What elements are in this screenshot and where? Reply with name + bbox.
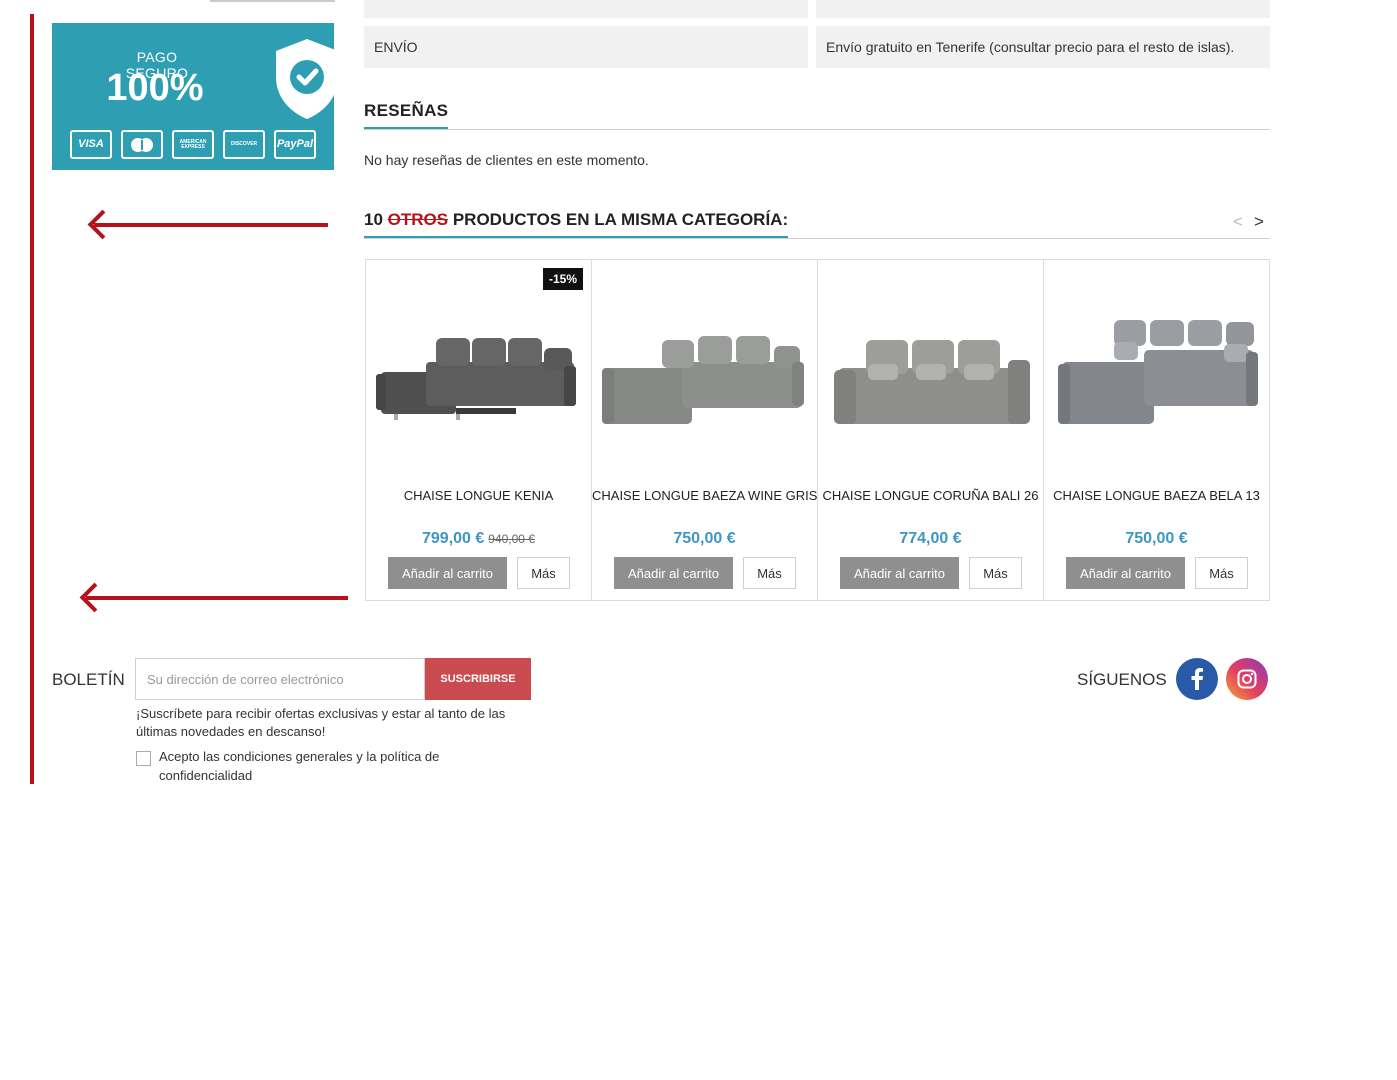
sofa-image[interactable] [376, 300, 581, 440]
related-struck-word: OTROS [387, 210, 449, 229]
sofa-image[interactable] [602, 300, 807, 440]
price-current: 750,00 € [1125, 530, 1188, 547]
consent-label[interactable]: Acepto las condiciones generales y la po… [159, 747, 489, 785]
spec-row-prev-value [816, 0, 1270, 18]
price-old: 940,00 € [488, 532, 535, 546]
product-name[interactable]: CHAISE LONGUE BAEZA WINE GRIS [592, 488, 817, 503]
subscribe-button[interactable]: SUSCRIBIRSE [425, 658, 531, 700]
product-card[interactable]: CHAISE LONGUE CORUÑA BALI 26 774,00 € Añ… [818, 260, 1044, 600]
add-to-cart-button[interactable]: Añadir al carrito [388, 557, 507, 589]
more-button[interactable]: Más [969, 557, 1022, 589]
annotation-arrow-left-bottom [79, 582, 348, 613]
product-name[interactable]: CHAISE LONGUE BAEZA BELA 13 [1044, 488, 1269, 503]
spec-row-prev-label [364, 0, 808, 18]
carousel-next-button[interactable]: > [1254, 212, 1264, 232]
amex-card-icon: AMERICAN EXPRESS [172, 130, 214, 159]
visa-card-icon: VISA [70, 130, 112, 159]
related-products-title: 10 OTROS PRODUCTOS EN LA MISMA CATEGORÍA… [364, 210, 789, 238]
product-carousel: -15% CHAISE LONGUE KENIA 799,00 €940,00 … [365, 259, 1270, 601]
paypal-card-icon: PayPal [274, 130, 316, 159]
follow-us-label: SÍGUENOS [1077, 670, 1167, 689]
product-price: 750,00 € [592, 530, 817, 548]
shield-check-icon [276, 39, 338, 119]
discover-card-icon: DISCOVER [223, 130, 265, 159]
newsletter-description: ¡Suscríbete para recibir ofertas exclusi… [136, 706, 506, 739]
price-current: 750,00 € [673, 530, 736, 547]
spec-row-value: Envío gratuito en Tenerife (consultar pr… [816, 26, 1270, 68]
sofa-image[interactable] [828, 300, 1033, 440]
add-to-cart-button[interactable]: Añadir al carrito [1066, 557, 1185, 589]
mastercard-icon [121, 130, 163, 159]
badge-percent: 100% [106, 67, 204, 109]
category-divider [364, 238, 1270, 239]
add-to-cart-button[interactable]: Añadir al carrito [840, 557, 959, 589]
carousel-prev-button[interactable]: < [1233, 212, 1243, 232]
reviews-empty-text: No hay reseñas de clientes en este momen… [364, 152, 649, 168]
more-button[interactable]: Más [1195, 557, 1248, 589]
price-current: 774,00 € [899, 530, 962, 547]
add-to-cart-button[interactable]: Añadir al carrito [614, 557, 733, 589]
discount-badge: -15% [542, 268, 583, 290]
instagram-icon[interactable] [1226, 658, 1268, 700]
annotation-arrow-left-top [87, 209, 328, 240]
facebook-icon[interactable] [1176, 658, 1218, 700]
spec-row-label: ENVÍO [364, 26, 808, 68]
product-card[interactable]: CHAISE LONGUE BAEZA BELA 13 750,00 € Aña… [1044, 260, 1269, 600]
reviews-divider [364, 129, 1270, 130]
more-button[interactable]: Más [743, 557, 796, 589]
product-name[interactable]: CHAISE LONGUE KENIA [366, 488, 591, 503]
consent-checkbox[interactable] [136, 751, 151, 766]
product-card[interactable]: CHAISE LONGUE BAEZA WINE GRIS 750,00 € A… [592, 260, 818, 600]
more-button[interactable]: Más [517, 557, 570, 589]
reviews-title: RESEÑAS [364, 101, 449, 129]
newsletter-email-input[interactable] [135, 658, 425, 700]
top-edge-remnant [210, 0, 335, 2]
product-price: 750,00 € [1044, 530, 1269, 548]
sofa-image[interactable] [1054, 300, 1259, 440]
annotation-vertical-line [30, 14, 34, 784]
product-name[interactable]: CHAISE LONGUE CORUÑA BALI 26 [818, 488, 1043, 503]
related-count: 10 [364, 210, 383, 229]
related-title-rest: PRODUCTOS EN LA MISMA CATEGORÍA: [452, 210, 789, 229]
product-price: 774,00 € [818, 530, 1043, 548]
secure-payment-badge: PAGO SEGURO 100% VISA AMERICAN EXPRESS D… [52, 23, 338, 170]
product-price: 799,00 €940,00 € [366, 530, 591, 548]
newsletter-label: BOLETÍN [52, 670, 125, 689]
price-current: 799,00 € [422, 530, 485, 547]
product-card[interactable]: -15% CHAISE LONGUE KENIA 799,00 €940,00 … [366, 260, 592, 600]
